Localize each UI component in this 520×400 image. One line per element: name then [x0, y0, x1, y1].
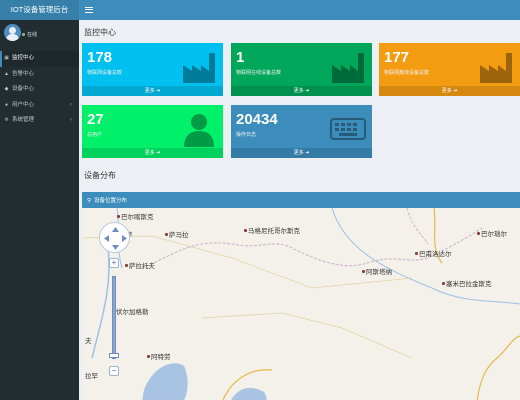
sidebar-item-system[interactable]: ✲ 系统管理 ‹	[0, 113, 79, 129]
keyboard-icon	[330, 118, 366, 140]
factory-icon	[183, 53, 215, 83]
map-city-label[interactable]: 萨马拉	[165, 229, 189, 239]
map-pan-control[interactable]	[99, 222, 130, 253]
user-status-label: 在线	[27, 32, 38, 38]
map-panel-header: ⚲ 设备位置分布	[82, 194, 520, 208]
person-icon	[184, 114, 214, 147]
main-content: 监控中心 178 物联网设备总数 更多 ➜ 1 物联网在线设备总数 更多 ➜ 1…	[79, 20, 520, 400]
distribution-section-title: 设备分布	[84, 171, 116, 180]
map-city-label[interactable]: 马格尼托哥尔斯克	[244, 225, 300, 235]
factory-icon	[332, 53, 364, 83]
map-city-label: 拉罕	[85, 373, 98, 380]
sidebar-item-label: 告警中心	[12, 70, 35, 77]
map-city-label[interactable]: 巴尔瑙尔	[477, 228, 507, 238]
factory-icon	[480, 53, 512, 83]
stat-label: 总用户	[87, 132, 103, 138]
stat-value: 177	[384, 49, 410, 66]
stat-label: 物联网离线设备总数	[384, 70, 430, 76]
map-base-layer	[82, 208, 520, 400]
brand-title[interactable]: IOT设备管理后台	[0, 0, 79, 20]
map-city-label[interactable]: 萨拉托夫	[125, 260, 155, 270]
device-map-panel: ⚲ 设备位置分布 巴尔喀斯克 萨马拉 马格尼托哥尔斯克 巴尔瑙尔 巴甫洛达尔 萨…	[82, 192, 520, 400]
user-status: 在线	[22, 31, 37, 38]
more-link[interactable]: 更多 ➜	[231, 148, 372, 158]
zoom-in-button[interactable]: +	[109, 258, 119, 268]
sidebar-item-label: 系统管理	[12, 117, 35, 123]
menu-toggle-button[interactable]	[84, 5, 94, 15]
sidebar-item-label: 用户中心	[12, 101, 35, 108]
gear-icon: ✲	[4, 117, 9, 124]
stat-tile-total-users: 27 总用户 更多 ➜	[82, 105, 223, 158]
sidebar-item-users[interactable]: ● 用户中心 ‹	[0, 98, 79, 114]
more-link[interactable]: 更多 ➜	[82, 86, 223, 96]
sidebar: 在线 ▣ 监控中心 ▲ 告警中心 ◆ 设备中心 ● 用户中心 ‹ ✲ 系统管理 …	[0, 20, 79, 400]
monitor-section-title: 监控中心	[84, 28, 116, 37]
user-icon: ●	[4, 101, 9, 108]
chevron-left-icon: ‹	[70, 117, 72, 123]
map-panel-title: 设备位置分布	[94, 198, 128, 204]
zoom-slider-track[interactable]	[112, 276, 116, 359]
bell-icon: ▲	[4, 70, 9, 77]
stat-label: 物联网在线设备总数	[236, 70, 282, 76]
top-navbar: IOT设备管理后台	[0, 0, 520, 20]
pan-arrows-icon	[104, 227, 127, 250]
stat-value: 27	[87, 111, 104, 128]
map-pin-icon: ⚲	[87, 198, 92, 204]
more-link[interactable]: 更多 ➜	[231, 86, 372, 96]
stat-tile-offline-devices: 177 物联网离线设备总数 更多 ➜	[379, 43, 520, 96]
map-city-label[interactable]: 巴甫洛达尔	[415, 248, 452, 258]
stat-tile-total-devices: 178 物联网设备总数 更多 ➜	[82, 43, 223, 96]
stat-value: 1	[236, 49, 245, 66]
chevron-left-icon: ‹	[70, 101, 72, 108]
sidebar-item-label: 设备中心	[12, 86, 35, 92]
map-city-label: 伏尔加格勒	[116, 309, 149, 316]
zoom-slider-handle[interactable]	[109, 353, 119, 358]
zoom-out-button[interactable]: −	[109, 366, 119, 376]
devices-icon: ◆	[4, 86, 9, 93]
device-location-map[interactable]: 巴尔喀斯克 萨 萨马拉 马格尼托哥尔斯克 巴尔瑙尔 巴甫洛达尔 萨拉托夫 阿斯塔…	[82, 208, 520, 400]
sidebar-item-alarm[interactable]: ▲ 告警中心	[0, 67, 79, 83]
dashboard-icon: ▣	[4, 55, 9, 62]
stat-tile-online-devices: 1 物联网在线设备总数 更多 ➜	[231, 43, 372, 96]
stat-value: 178	[87, 49, 113, 66]
stat-label: 操作日志	[236, 132, 257, 138]
sidebar-item-label: 监控中心	[12, 55, 35, 61]
sidebar-nav: ▣ 监控中心 ▲ 告警中心 ◆ 设备中心 ● 用户中心 ‹ ✲ 系统管理 ‹	[0, 51, 79, 129]
map-city-label[interactable]: 塞米巴拉金斯克	[442, 278, 492, 288]
sidebar-item-devices[interactable]: ◆ 设备中心	[0, 82, 79, 98]
map-city-label: 夫	[85, 338, 92, 345]
stat-tile-operation-logs: 20434 操作日志 更多 ➜	[231, 105, 372, 158]
more-link[interactable]: 更多 ➜	[82, 148, 223, 158]
map-city-label[interactable]: 巴尔喀斯克	[117, 211, 154, 221]
map-city-label[interactable]: 阿特劳	[147, 351, 171, 361]
more-link[interactable]: 更多 ➜	[379, 86, 520, 96]
map-city-label[interactable]: 阿斯塔纳	[362, 266, 392, 276]
user-panel: 在线	[0, 20, 79, 50]
stat-value: 20434	[236, 111, 278, 128]
stat-label: 物联网设备总数	[87, 70, 123, 76]
sidebar-item-monitor[interactable]: ▣ 监控中心	[0, 51, 79, 67]
online-dot-icon	[22, 33, 25, 36]
avatar	[4, 24, 21, 41]
